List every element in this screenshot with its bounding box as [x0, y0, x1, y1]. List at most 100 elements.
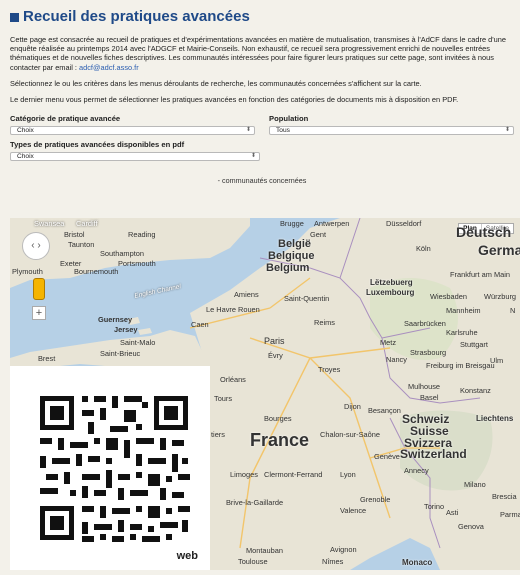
- city-label: Amiens: [234, 290, 259, 299]
- country-label: Luxembourg: [366, 288, 415, 297]
- city-label: Genova: [458, 522, 484, 531]
- country-label: Monaco: [402, 558, 433, 567]
- pegman-icon[interactable]: [33, 278, 45, 300]
- city-label: Brugge: [280, 219, 304, 228]
- city-label: Parma: [500, 510, 520, 519]
- city-label: Montauban: [246, 546, 283, 555]
- city-label: Bournemouth: [74, 267, 119, 276]
- city-label: Saint-Brieuc: [100, 349, 141, 358]
- city-label: Le Havre: [206, 305, 236, 314]
- island-label: Jersey: [114, 325, 138, 334]
- city-label: Strasbourg: [410, 348, 447, 357]
- city-label: Besançon: [368, 406, 401, 415]
- city-label: Rouen: [238, 305, 260, 314]
- types-filter: Types de pratiques avancées disponibles …: [10, 140, 260, 162]
- category-select[interactable]: Choix: [10, 126, 255, 136]
- city-label: Saint-Quentin: [284, 294, 330, 303]
- city-label: Genève: [374, 452, 400, 461]
- city-label: Valence: [340, 506, 367, 515]
- country-label: Lëtzebuerg: [370, 278, 413, 287]
- contact-email-link[interactable]: adcf@adcf.asso.fr: [79, 63, 139, 72]
- population-label: Population: [269, 114, 309, 124]
- city-label: Düsseldorf: [386, 219, 422, 228]
- island-label: Guernsey: [98, 315, 133, 324]
- city-label: Mulhouse: [408, 382, 441, 391]
- city-label: Cardiff: [76, 219, 98, 228]
- city-label: Bristol: [64, 230, 85, 239]
- city-label: Grenoble: [360, 495, 391, 504]
- city-label: Bourges: [264, 414, 292, 423]
- city-label: Saarbrücken: [404, 319, 446, 328]
- category-label: Catégorie de pratique avancée: [10, 114, 121, 124]
- qr-code-panel: web: [10, 366, 210, 570]
- city-label: Tours: [214, 394, 233, 403]
- city-label: Limoges: [230, 470, 258, 479]
- city-label: Lyon: [340, 470, 356, 479]
- intro-paragraph: Cette page est consacrée au recueil de p…: [10, 35, 514, 72]
- city-label: Brive-la-Gaillarde: [226, 498, 284, 507]
- city-label: Toulouse: [238, 557, 268, 566]
- country-label: France: [250, 430, 310, 450]
- country-label: Switzerland: [400, 447, 467, 461]
- qr-code-icon: [40, 396, 190, 542]
- city-label: Metz: [380, 338, 397, 347]
- city-label: Annecy: [404, 466, 429, 475]
- city-label: Chalon-sur-Saône: [320, 430, 380, 439]
- country-label: België: [278, 238, 312, 250]
- title-marker-icon: [10, 12, 19, 22]
- city-label: Würzburg: [484, 292, 517, 301]
- city-label: Köln: [416, 244, 431, 253]
- city-label: Orléans: [220, 375, 246, 384]
- city-label: tiers: [211, 430, 225, 439]
- population-filter: Population Tous: [269, 114, 514, 136]
- pdf-paragraph: Le dernier menu vous permet de sélection…: [10, 95, 459, 105]
- city-label: Antwerpen: [314, 219, 350, 228]
- pan-control-icon[interactable]: ‹ ›: [22, 232, 50, 260]
- city-label: Konstanz: [460, 386, 491, 395]
- types-label: Types de pratiques avancées disponibles …: [10, 140, 185, 150]
- city-label: Dijon: [344, 402, 361, 411]
- city-label: Avignon: [330, 545, 357, 554]
- city-label: Reading: [128, 230, 156, 239]
- zoom-in-button[interactable]: +: [32, 306, 46, 320]
- city-label: Wiesbaden: [430, 292, 467, 301]
- city-label: Stuttgart: [460, 340, 488, 349]
- qr-caption: web: [176, 550, 198, 562]
- city-label: Freiburg im Breisgau: [426, 361, 495, 370]
- country-label: Liechtens: [476, 414, 514, 423]
- city-label: Reims: [314, 318, 335, 327]
- category-filter: Catégorie de pratique avancée Choix: [10, 114, 255, 136]
- city-label: Gent: [310, 230, 327, 239]
- city-label: Asti: [446, 508, 459, 517]
- country-label: Deutsch: [456, 224, 512, 240]
- city-label: Nîmes: [322, 557, 344, 566]
- population-select[interactable]: Tous: [269, 126, 514, 136]
- country-label: Germa: [478, 242, 520, 258]
- city-label: Southampton: [100, 249, 144, 258]
- city-label: Milano: [464, 480, 486, 489]
- city-label: Frankfurt am Main: [450, 270, 510, 279]
- city-label: Ulm: [490, 356, 504, 365]
- city-label: Swansea: [34, 219, 65, 228]
- city-label: Saint-Malo: [120, 338, 156, 347]
- page-title-text: Recueil des pratiques avancées: [23, 8, 250, 25]
- types-select[interactable]: Choix: [10, 152, 260, 162]
- instructions-paragraph: Sélectionnez le ou les critères dans les…: [10, 78, 422, 88]
- page-title: Recueil des pratiques avancées: [10, 8, 514, 25]
- city-label: Plymouth: [12, 267, 43, 276]
- city-label: Nancy: [386, 355, 407, 364]
- filters-row: Catégorie de pratique avancée Choix Popu…: [10, 114, 514, 136]
- city-label: Karlsruhe: [446, 328, 478, 337]
- city-label: Brest: [38, 354, 56, 363]
- city-label: Troyes: [318, 365, 341, 374]
- country-label: Belgique: [268, 250, 315, 262]
- city-label: Caen: [191, 320, 209, 329]
- city-label: Brescia: [492, 492, 517, 501]
- city-label: Paris: [264, 336, 285, 346]
- city-label: Portsmouth: [118, 259, 156, 268]
- results-count: - communautés concernées: [217, 176, 307, 186]
- city-label: N: [510, 306, 516, 315]
- city-label: Mannheim: [446, 306, 481, 315]
- city-label: Clermont-Ferrand: [264, 470, 323, 479]
- city-label: Basel: [420, 393, 439, 402]
